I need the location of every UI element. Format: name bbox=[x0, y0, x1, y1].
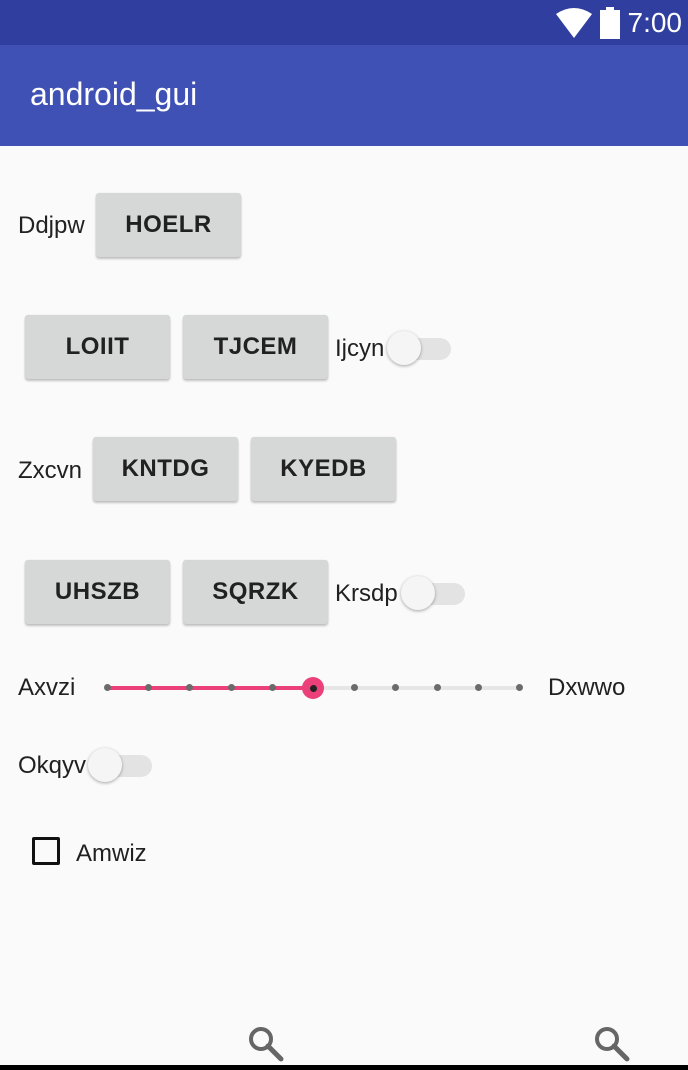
hoelr-button[interactable]: HOELR bbox=[96, 193, 241, 257]
seekbar-thumb-dot bbox=[310, 685, 317, 692]
sqrzk-button[interactable]: SQRZK bbox=[183, 560, 328, 624]
switch-thumb bbox=[88, 748, 122, 782]
seekbar-tick bbox=[227, 684, 235, 691]
seekbar-tick bbox=[104, 684, 111, 691]
loiit-button[interactable]: LOIIT bbox=[25, 315, 170, 379]
kntdg-button[interactable]: KNTDG bbox=[93, 437, 238, 501]
app-bar: android_gui bbox=[0, 45, 688, 146]
seekbar-fill bbox=[107, 686, 313, 690]
krsdp-switch[interactable] bbox=[401, 576, 465, 610]
kyedb-button[interactable]: KYEDB bbox=[251, 437, 396, 501]
slider-max-label: Dxwwo bbox=[548, 674, 626, 701]
row1-label: Ddjpw bbox=[18, 212, 85, 239]
bottom-edge bbox=[0, 1065, 688, 1070]
switch-thumb bbox=[387, 331, 421, 365]
seekbar[interactable] bbox=[104, 672, 523, 704]
ijcyn-switch-label: Ijcyn bbox=[335, 335, 385, 362]
status-icons: 7:00 bbox=[555, 0, 683, 45]
seekbar-tick bbox=[474, 684, 482, 691]
krsdp-switch-label: Krsdp bbox=[335, 580, 398, 607]
amwiz-checkbox-label: Amwiz bbox=[76, 840, 147, 867]
switch-thumb bbox=[401, 576, 435, 610]
battery-icon bbox=[599, 6, 620, 39]
okqyv-switch-label: Okqyv bbox=[18, 752, 87, 779]
search-icon[interactable] bbox=[594, 1026, 630, 1062]
seekbar-tick bbox=[516, 684, 523, 691]
row3-label: Zxcvn bbox=[18, 457, 83, 484]
status-time: 7:00 bbox=[627, 6, 683, 38]
amwiz-checkbox[interactable] bbox=[32, 837, 60, 865]
okqyv-switch[interactable] bbox=[88, 748, 152, 782]
slider-min-label: Axvzi bbox=[18, 674, 76, 701]
wifi-icon bbox=[555, 7, 592, 38]
app-title: android_gui bbox=[30, 76, 198, 112]
seekbar-tick bbox=[268, 684, 276, 691]
ijcyn-switch[interactable] bbox=[387, 331, 451, 365]
search-icon[interactable] bbox=[248, 1026, 284, 1062]
status-bar: 7:00 bbox=[0, 0, 688, 45]
tjcem-button[interactable]: TJCEM bbox=[183, 315, 328, 379]
seekbar-tick bbox=[433, 684, 441, 691]
seekbar-thumb[interactable] bbox=[302, 677, 324, 699]
uhszb-button[interactable]: UHSZB bbox=[25, 560, 170, 624]
